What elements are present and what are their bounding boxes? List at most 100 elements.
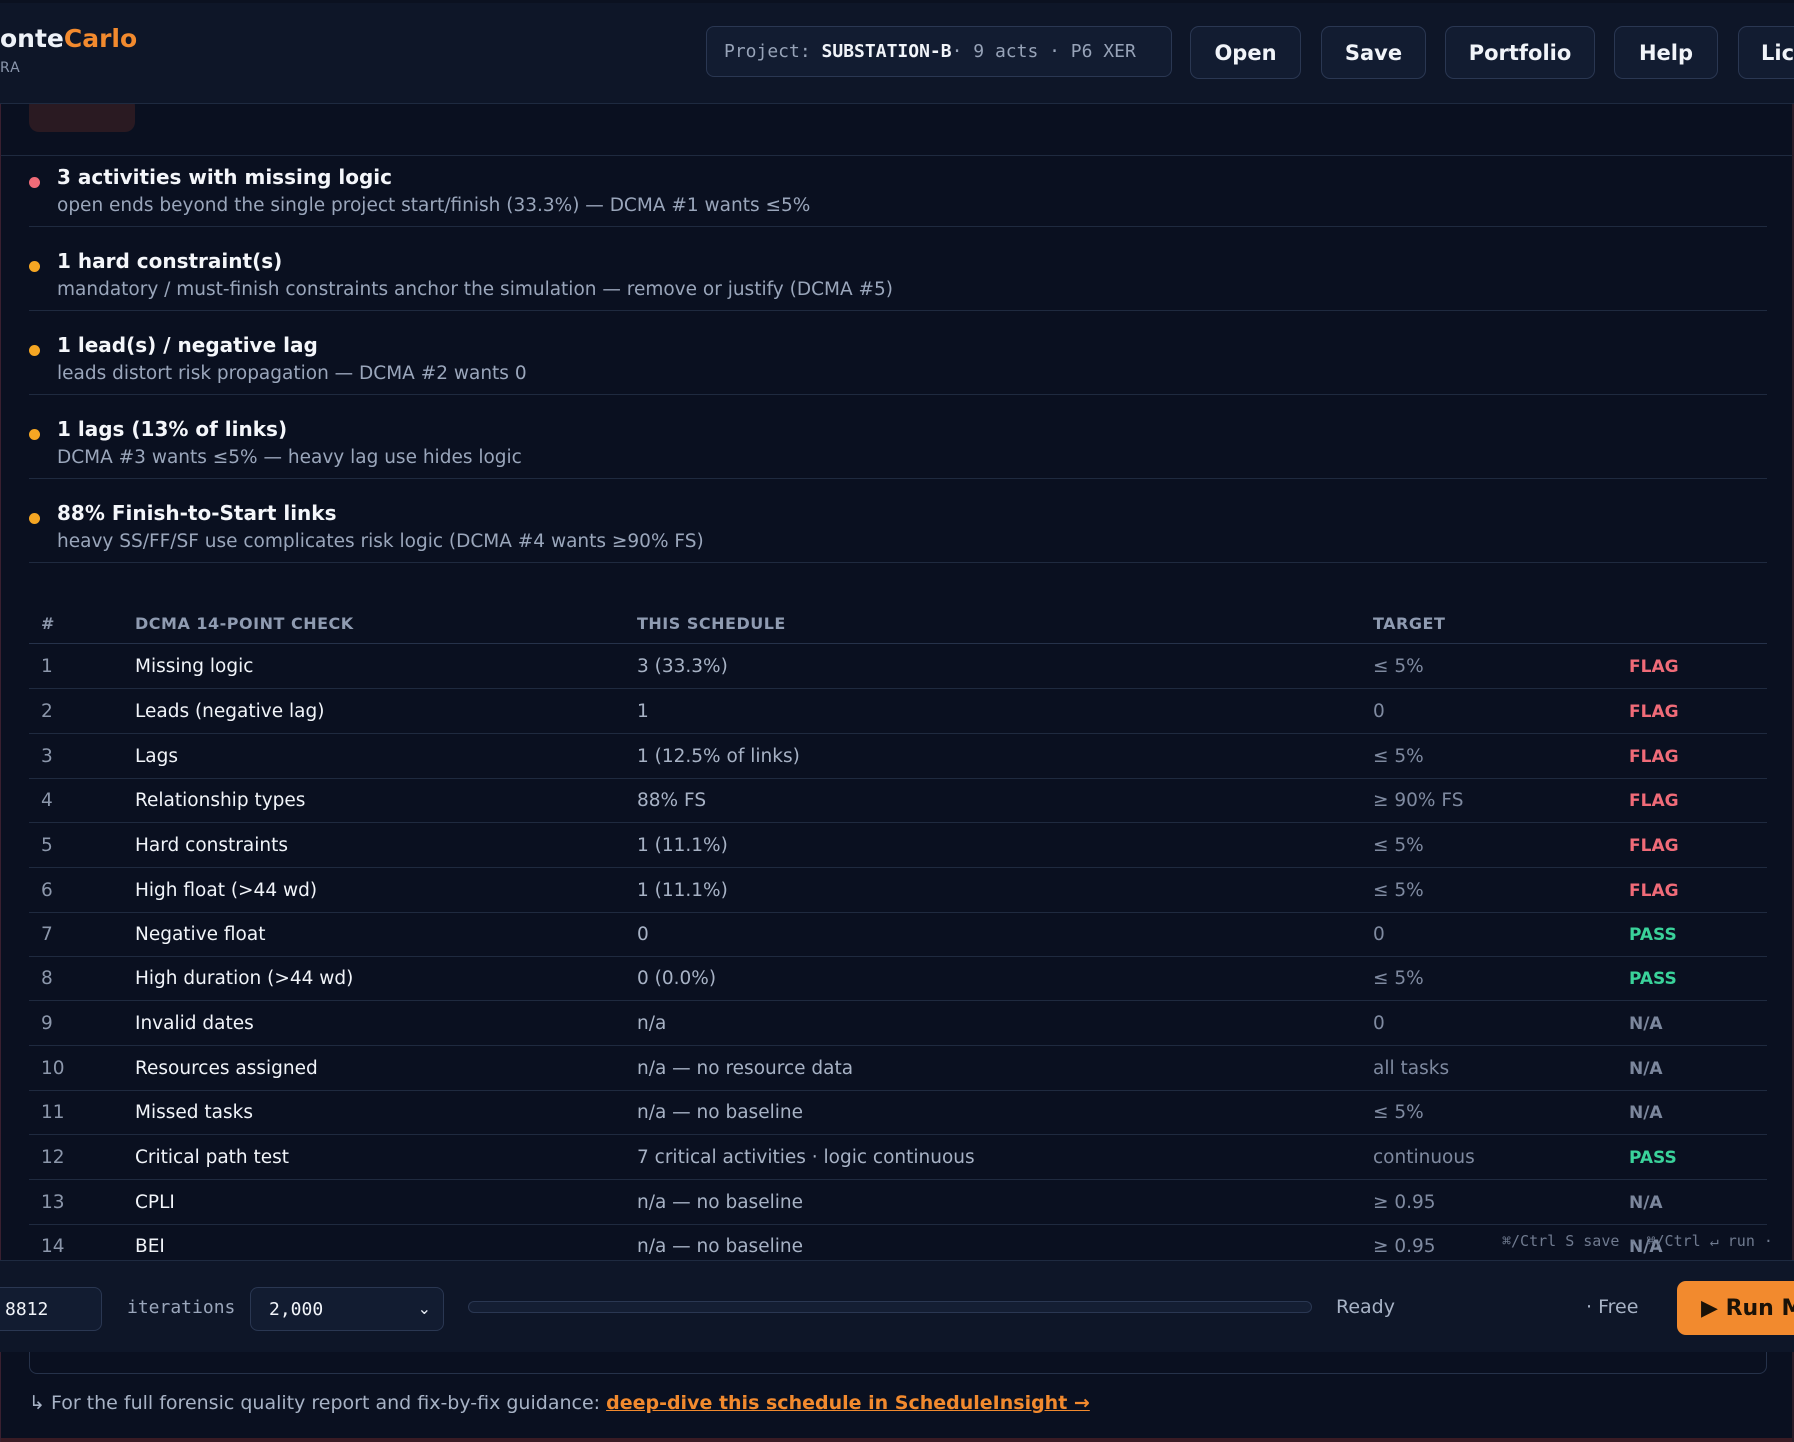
brand-subtitle: RA [0, 60, 21, 76]
status-badge: FLAG [1629, 791, 1679, 811]
check-name: High duration (>44 wd) [135, 968, 354, 989]
project-label: Project: [724, 41, 811, 62]
bottom-border [1, 1438, 1794, 1442]
help-button[interactable]: Help [1614, 26, 1718, 79]
target-value: ≤ 5% [1373, 746, 1424, 767]
table-row: 1 Missing logic 3 (33.3%) ≤ 5% FLAG [29, 644, 1767, 689]
row-number: 5 [41, 835, 53, 856]
table-row: 5 Hard constraints 1 (11.1%) ≤ 5% FLAG [29, 823, 1767, 868]
seed-input[interactable] [0, 1287, 102, 1331]
schedule-value: 0 [637, 924, 649, 945]
schedule-value: n/a — no baseline [637, 1236, 803, 1257]
table-row: 6 High float (>44 wd) 1 (11.1%) ≤ 5% FLAG [29, 868, 1767, 913]
check-name: BEI [135, 1236, 165, 1257]
target-value: ≥ 0.95 [1373, 1236, 1436, 1257]
row-number: 13 [41, 1192, 65, 1213]
schedule-value: n/a — no baseline [637, 1192, 803, 1213]
issue-title: 1 hard constraint(s) [57, 249, 283, 273]
project-name: SUBSTATION-B [821, 41, 952, 62]
col-check: DCMA 14-POINT CHECK [135, 614, 354, 633]
target-value: 0 [1373, 1013, 1385, 1034]
status-badge: N/A [1629, 1103, 1663, 1123]
target-value: all tasks [1373, 1058, 1450, 1079]
issue-title: 1 lags (13% of links) [57, 417, 288, 441]
check-name: Critical path test [135, 1147, 290, 1168]
table-header: # DCMA 14-POINT CHECK THIS SCHEDULE TARG… [29, 604, 1767, 644]
status-badge: N/A [1629, 1193, 1663, 1213]
severity-dot-icon [29, 345, 40, 356]
table-row: 10 Resources assigned n/a — no resource da… [29, 1046, 1767, 1091]
issue-item: 3 activities with missing logic open ends… [29, 143, 1767, 227]
scheduleinsight-link[interactable]: deep-dive this schedule in ScheduleInsig… [606, 1392, 1090, 1414]
schedule-value: 88% FS [637, 790, 707, 811]
project-chip: Project: SUBSTATION-B · 9 acts · P6 XER [706, 26, 1172, 77]
status-badge: N/A [1629, 1014, 1663, 1034]
schedule-value: 0 (0.0%) [637, 968, 717, 989]
schedule-value: 1 (11.1%) [637, 880, 728, 901]
check-name: Invalid dates [135, 1013, 254, 1034]
target-value: ≤ 5% [1373, 880, 1424, 901]
table-row: 4 Relationship types 88% FS ≥ 90% FS FLAG [29, 778, 1767, 823]
run-status: Ready [1336, 1296, 1395, 1318]
severity-dot-icon [29, 429, 40, 440]
table-row: 2 Leads (negative lag) 1 0 FLAG [29, 689, 1767, 734]
row-number: 1 [41, 656, 53, 677]
check-name: Resources assigned [135, 1058, 318, 1079]
issue-description: leads distort risk propagation — DCMA #2… [57, 363, 527, 384]
run-button[interactable]: ▶ Run M [1677, 1281, 1794, 1335]
row-number: 6 [41, 880, 53, 901]
license-button[interactable]: Lic [1738, 26, 1794, 79]
target-value: ≤ 5% [1373, 656, 1424, 677]
schedule-value: 1 (11.1%) [637, 835, 728, 856]
iterations-select[interactable]: 2,000 ⌄ [250, 1287, 444, 1331]
issue-item: 1 lead(s) / negative lag leads distort ri… [29, 311, 1767, 395]
row-number: 9 [41, 1013, 53, 1034]
brand-part1: onte [0, 24, 64, 53]
col-value: THIS SCHEDULE [637, 614, 786, 633]
issue-item: 1 lags (13% of links) DCMA #3 wants ≤5% —… [29, 395, 1767, 479]
run-bar: iterations 2,000 ⌄ Ready · Free ▶ Run M [0, 1260, 1794, 1352]
plan-label: · Free [1586, 1296, 1639, 1318]
target-value: ≤ 5% [1373, 835, 1424, 856]
row-number: 14 [41, 1236, 65, 1257]
issue-item: 88% Finish-to-Start links heavy SS/FF/SF … [29, 479, 1767, 563]
check-name: Lags [135, 746, 179, 767]
schedule-value: 3 (33.3%) [637, 656, 728, 677]
status-badge: PASS [1629, 1148, 1677, 1168]
schedule-value: n/a — no baseline [637, 1102, 803, 1123]
target-value: ≤ 5% [1373, 1102, 1424, 1123]
project-meta: · 9 acts · P6 XER [951, 41, 1136, 62]
brand-logo: onteCarlo [0, 24, 137, 53]
target-value: ≤ 5% [1373, 968, 1424, 989]
severity-dot-icon [29, 177, 40, 188]
target-value: 0 [1373, 701, 1385, 722]
issue-item: 1 hard constraint(s) mandatory / must-fin… [29, 227, 1767, 311]
chevron-down-icon: ⌄ [417, 1299, 431, 1318]
progress-bar [468, 1301, 1312, 1313]
app-header: onteCarlo RA Project: SUBSTATION-B · 9 a… [0, 0, 1794, 104]
check-name: CPLI [135, 1192, 175, 1213]
main-panel: 3 activities with missing logic open ends… [0, 0, 1794, 1442]
save-button[interactable]: Save [1321, 26, 1426, 79]
open-button[interactable]: Open [1190, 26, 1301, 79]
check-name: High float (>44 wd) [135, 880, 318, 901]
col-target: TARGET [1373, 614, 1446, 633]
brand-part2: Carlo [63, 24, 138, 53]
severity-dot-icon [29, 261, 40, 272]
row-number: 2 [41, 701, 53, 722]
check-name: Leads (negative lag) [135, 701, 325, 722]
issue-title: 1 lead(s) / negative lag [57, 333, 318, 357]
shortcut-hint: ⌘/Ctrl S save · ⌘/Ctrl ↵ run · [1502, 1232, 1773, 1250]
issue-description: open ends beyond the single project star… [57, 195, 811, 216]
schedule-value: n/a — no resource data [637, 1058, 854, 1079]
target-value: ≥ 90% FS [1373, 790, 1464, 811]
status-badge: PASS [1629, 969, 1677, 989]
portfolio-button[interactable]: Portfolio [1445, 26, 1595, 79]
target-value: 0 [1373, 924, 1385, 945]
severity-dot-icon [29, 513, 40, 524]
status-badge: FLAG [1629, 657, 1679, 677]
schedule-value: n/a [637, 1013, 667, 1034]
table-row: 3 Lags 1 (12.5% of links) ≤ 5% FLAG [29, 734, 1767, 779]
schedule-value: 1 (12.5% of links) [637, 746, 800, 767]
row-number: 4 [41, 790, 53, 811]
